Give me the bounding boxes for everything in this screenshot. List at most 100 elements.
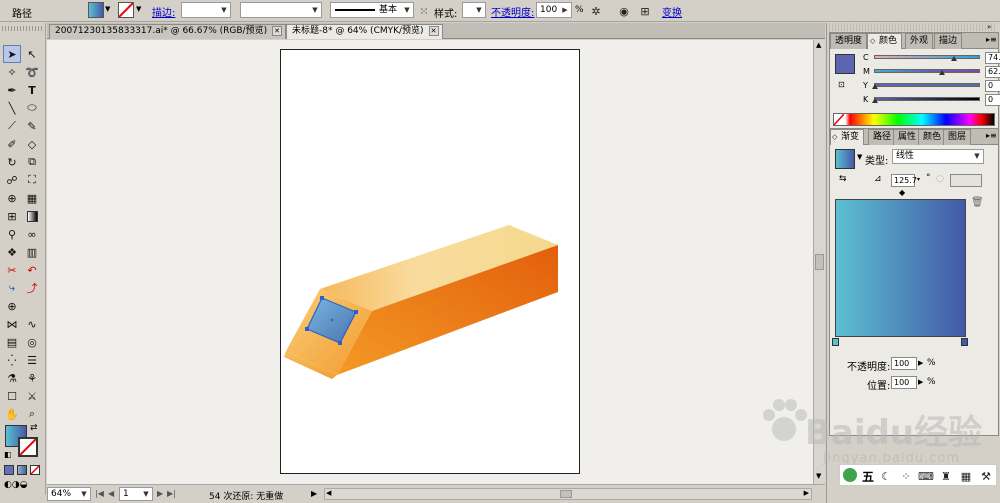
stroke-swatch[interactable] [118, 2, 134, 18]
scale-tool-icon[interactable]: ⧉ [23, 153, 41, 171]
zoom-tool-icon[interactable]: ⌕ [23, 405, 41, 423]
dots-icon[interactable]: ⁘ [898, 468, 914, 484]
gradient-tool-icon[interactable] [23, 207, 41, 225]
stroke-link[interactable]: 描边: [152, 4, 175, 19]
color-spectrum-bar[interactable] [833, 113, 995, 126]
page-select[interactable]: 1 ▼ [119, 487, 153, 501]
blob-brush-tool-icon[interactable]: ✐ [3, 135, 21, 153]
canvas-area[interactable] [47, 40, 813, 484]
eraser-tool-icon[interactable]: ◇ [23, 135, 41, 153]
eyedropper-tool-icon[interactable]: ⚲ [3, 225, 21, 243]
slider-thumb[interactable] [939, 70, 945, 75]
gradient-type-select[interactable]: 线性 ▼ [892, 149, 984, 164]
stroke-color-box[interactable] [18, 437, 38, 457]
tab-attributes[interactable]: 属性 [893, 129, 922, 145]
mesh-tool-icon[interactable]: ⊞ [3, 207, 21, 225]
slider-track[interactable] [874, 83, 980, 87]
color-mode-icon[interactable] [4, 465, 14, 475]
envelope-tool-icon[interactable]: ⋈ [3, 315, 21, 333]
slider-thumb[interactable] [872, 84, 878, 89]
grid-icon[interactable]: ▦ [958, 468, 974, 484]
gradient-mode-icon[interactable] [17, 465, 27, 475]
slider-track[interactable] [874, 69, 980, 73]
channel-value[interactable]: 0 [985, 80, 1000, 92]
live-paint-tool-icon[interactable]: ⚗ [3, 369, 21, 387]
pen-tool-icon[interactable]: ✒ [3, 81, 21, 99]
stroke-dropdown-icon[interactable]: ▼ [136, 5, 141, 13]
artboard-tool-icon[interactable]: ☐ [3, 387, 21, 405]
doc-tab-1[interactable]: 20071230135833317.ai* @ 66.67% (RGB/预览) … [49, 24, 287, 39]
scroll-left-icon[interactable]: ◀ [326, 489, 331, 497]
none-swatch-icon[interactable] [834, 114, 844, 125]
opacity-link[interactable]: 不透明度: [491, 4, 534, 19]
pencil-eraser-artwork[interactable] [280, 49, 580, 474]
direct-selection-tool-icon[interactable]: ↖ [23, 45, 41, 63]
wave-tool-icon[interactable]: ∿ [23, 315, 41, 333]
crosshair-tool-icon[interactable]: ⊕ [3, 297, 21, 315]
channel-value[interactable]: 0 [985, 94, 1000, 106]
gradient-stop-start[interactable] [832, 338, 839, 346]
next-page-icon[interactable]: ▶ [157, 489, 163, 498]
angle-input[interactable]: 125.7 [891, 174, 917, 187]
hand-tool-icon[interactable]: ✋ [3, 405, 21, 423]
none-mode-icon[interactable] [30, 465, 40, 475]
anchor-point[interactable] [338, 341, 342, 345]
default-colors-icon[interactable]: ◧ [4, 450, 12, 459]
anchor-point[interactable] [305, 327, 309, 331]
tab-color-guide[interactable]: 颜色 [918, 129, 947, 145]
tab-transparency[interactable]: 透明度 [830, 33, 868, 49]
column-graph-tool-icon[interactable]: ▥ [23, 243, 41, 261]
opacity-input[interactable]: 100 ▶ [536, 2, 572, 18]
previous-page-icon[interactable]: ◀ [108, 489, 114, 498]
path-tool-icon[interactable]: ⤴ [23, 279, 41, 297]
style-swatch-field[interactable]: ▼ [462, 2, 486, 18]
stop-location-dropdown-icon[interactable]: ▶ [918, 378, 923, 386]
transform-link[interactable]: 变换 [662, 4, 682, 19]
slider-thumb[interactable] [872, 98, 878, 103]
rotate-tool-icon[interactable]: ↻ [3, 153, 21, 171]
status-menu-icon[interactable]: ▶ [311, 489, 317, 498]
brush-definition-field[interactable]: 基本 ▼ [330, 2, 414, 18]
tab-gradient[interactable]: ◇ 渐变 [830, 129, 865, 145]
collapse-panels-icon[interactable]: » [987, 23, 991, 31]
angle-dropdown-icon[interactable]: ▾ [917, 176, 920, 183]
free-transform-tool-icon[interactable]: ⛶ [23, 171, 41, 189]
line-tool-icon[interactable]: ╲ [3, 99, 21, 117]
live-paint-selection-tool-icon[interactable]: ⚘ [23, 369, 41, 387]
anchor-point[interactable] [320, 296, 324, 300]
panel-menu-icon[interactable]: ▸≡ [986, 131, 997, 140]
moon-icon[interactable]: ☾ [878, 468, 894, 484]
panel-menu-icon[interactable]: ▸≡ [986, 35, 997, 44]
reverse-gradient-icon[interactable]: ⇆ [839, 174, 847, 184]
gradient-preset-dropdown-icon[interactable]: ▼ [857, 153, 862, 161]
variable-width-field[interactable]: ▼ [240, 2, 322, 18]
slice-tool-icon[interactable]: ⚔ [23, 387, 41, 405]
close-icon[interactable]: ✕ [428, 26, 439, 36]
slider-track[interactable] [874, 55, 980, 59]
scatter-tool-icon[interactable]: ⁛ [3, 351, 21, 369]
channel-value[interactable]: 62.89 [985, 66, 1000, 78]
wrench-icon[interactable]: ⚒ [978, 468, 994, 484]
channel-value[interactable]: 74.22 [985, 52, 1000, 64]
horizontal-scroll-thumb[interactable] [560, 490, 572, 498]
gradient-stop-end[interactable] [961, 338, 968, 346]
tab-stroke[interactable]: 描边 [934, 33, 963, 49]
tab-layers[interactable]: 图层 [943, 129, 972, 145]
blend-tool-icon[interactable]: ∞ [23, 225, 41, 243]
stop-opacity-dropdown-icon[interactable]: ▶ [918, 359, 923, 367]
type-tool-icon[interactable]: T [23, 81, 41, 99]
anchor-point[interactable] [354, 310, 358, 314]
fill-dropdown-icon[interactable]: ▼ [105, 5, 110, 13]
tab-color[interactable]: ◇ 颜色 [867, 33, 903, 49]
twirl-tool-icon[interactable]: ◎ [23, 333, 41, 351]
grid-tool-icon[interactable]: ▤ [3, 333, 21, 351]
scroll-right-icon[interactable]: ▶ [804, 489, 809, 497]
perspective-grid-tool-icon[interactable]: ▦ [23, 189, 41, 207]
gradient-preview-swatch[interactable] [835, 149, 855, 169]
artboard[interactable] [280, 49, 580, 474]
swap-colors-icon[interactable]: ⇄ [30, 423, 38, 433]
draw-mode-icon[interactable]: ◐◑◒ [4, 480, 28, 490]
tab-appearance[interactable]: 外观 [905, 33, 934, 49]
recolor-icon[interactable]: ✲ [588, 3, 604, 19]
horizontal-scrollbar[interactable]: ◀ ▶ [324, 488, 812, 500]
